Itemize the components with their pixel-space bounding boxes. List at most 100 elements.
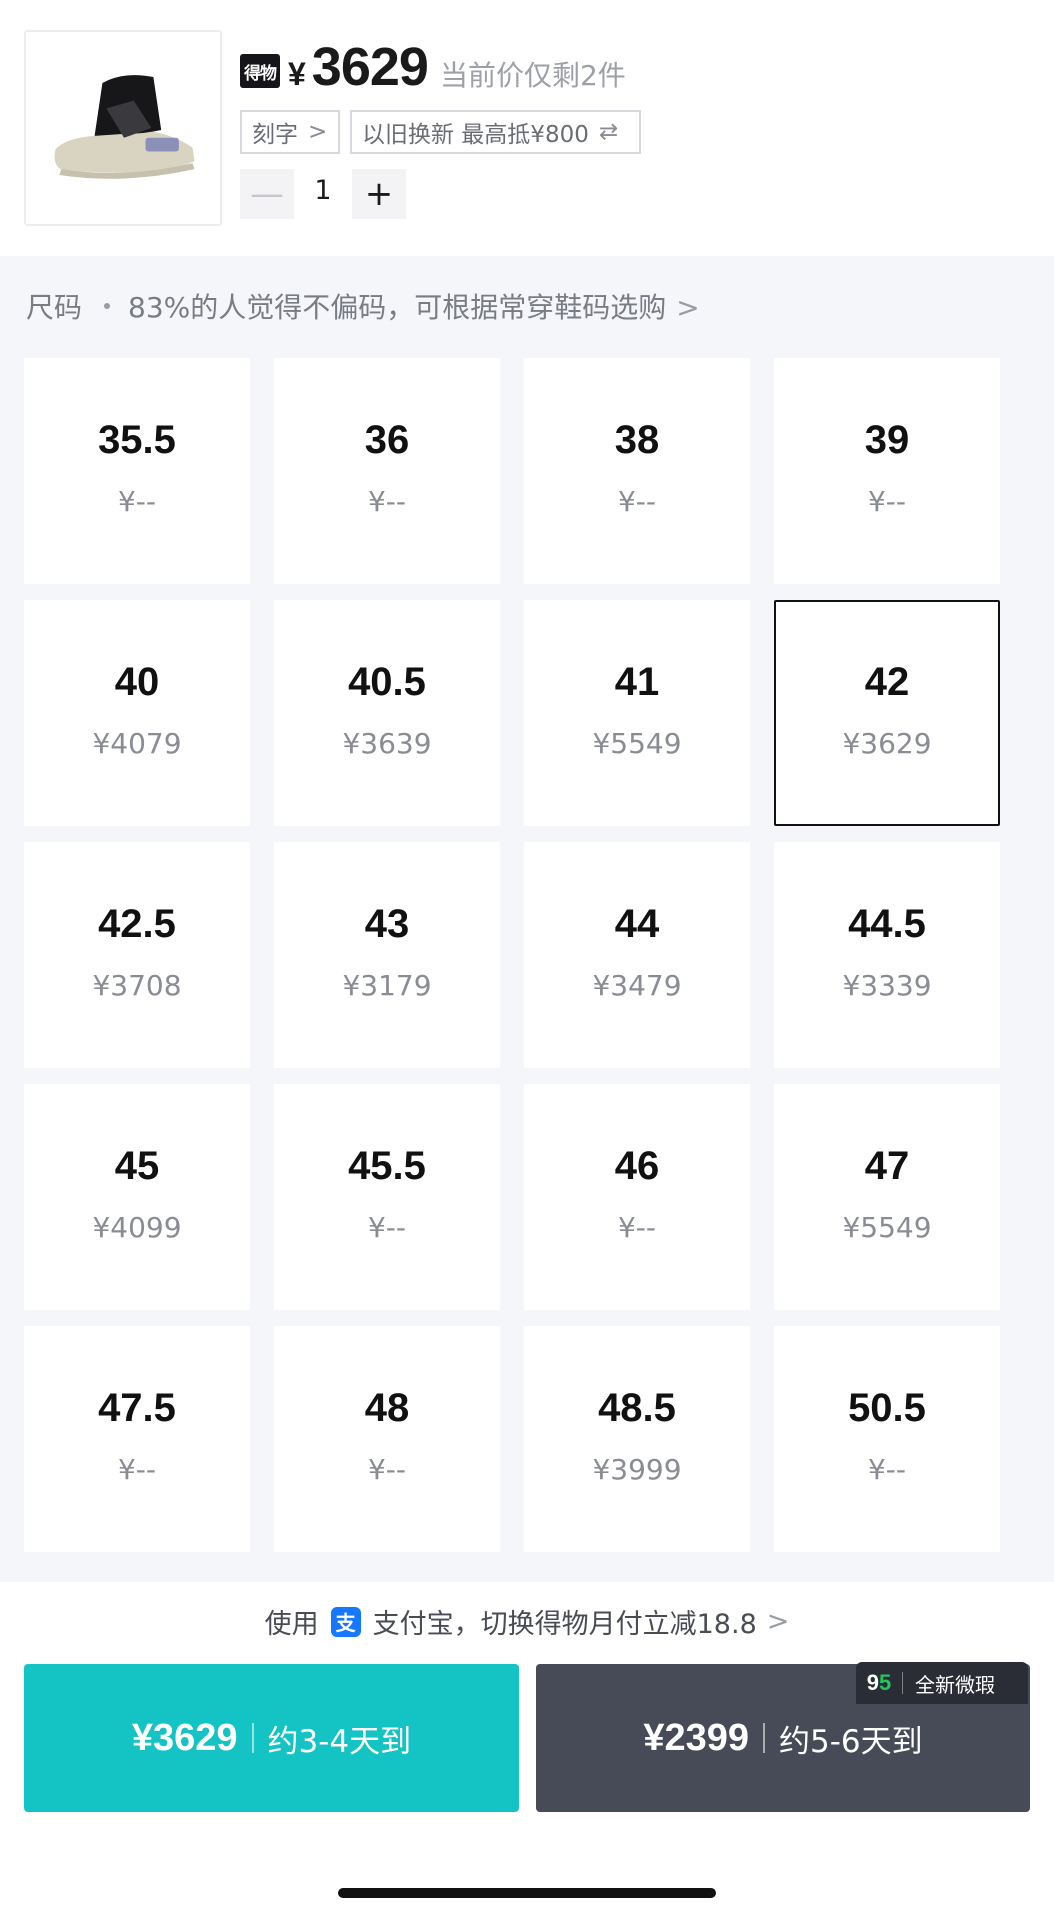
95-logo-icon: 95 — [856, 1670, 902, 1696]
size-price: ¥4079 — [92, 727, 182, 760]
size-label: 尺码 — [26, 291, 83, 324]
sneaker-icon — [26, 32, 220, 224]
size-price: ¥3179 — [342, 969, 432, 1002]
buy-used-price: ¥2399 — [643, 1716, 750, 1759]
buy-new-button[interactable]: ¥3629 约3-4天到 — [24, 1664, 519, 1812]
size-price: ¥5549 — [842, 1211, 932, 1244]
size-option-38[interactable]: 38 ¥-- — [524, 358, 750, 584]
divider — [763, 1723, 766, 1753]
buy-new-delivery: 约3-4天到 — [267, 1723, 412, 1760]
bottom-bar: 使用 支 支付宝，切换得物月付立减18.8 > ¥3629 约3-4天到 ¥23… — [0, 1582, 1054, 1920]
buy-new-price: ¥3629 — [131, 1716, 238, 1759]
size-value: 50.5 — [848, 1386, 926, 1430]
chevron-right-icon: > — [766, 1606, 790, 1637]
size-option-35.5[interactable]: 35.5 ¥-- — [24, 358, 250, 584]
product-thumbnail[interactable] — [24, 30, 222, 226]
size-price: ¥3479 — [592, 969, 682, 1002]
size-price: ¥-- — [367, 485, 407, 518]
alipay-icon: 支 — [330, 1606, 361, 1637]
current-price: 3629 — [311, 37, 429, 97]
brand-logo: 得物 — [240, 54, 280, 88]
price-row: ¥ 3629 当前价仅剩2件 — [288, 36, 626, 106]
size-value: 35.5 — [98, 418, 176, 462]
size-value: 41 — [614, 660, 660, 704]
size-value: 40 — [114, 660, 160, 704]
size-option-44.5[interactable]: 44.5 ¥3339 — [774, 842, 1000, 1068]
size-value: 47 — [864, 1144, 910, 1188]
size-value: 47.5 — [98, 1386, 176, 1430]
home-indicator[interactable] — [338, 1888, 716, 1898]
condition-badge: 95 全新微瑕 — [856, 1662, 1028, 1704]
engrave-tag[interactable]: 刻字 > — [240, 110, 340, 154]
payment-promo[interactable]: 使用 支 支付宝，切换得物月付立减18.8 > — [0, 1602, 1054, 1641]
size-price: ¥-- — [867, 1453, 907, 1486]
size-price: ¥-- — [867, 485, 907, 518]
condition-text: 全新微瑕 — [915, 1672, 995, 1697]
size-option-39[interactable]: 39 ¥-- — [774, 358, 1000, 584]
size-option-44[interactable]: 44 ¥3479 — [524, 842, 750, 1068]
size-value: 44 — [614, 902, 660, 946]
divider — [251, 1723, 254, 1753]
size-option-47[interactable]: 47 ¥5549 — [774, 1084, 1000, 1310]
size-value: 40.5 — [348, 660, 426, 704]
size-price: ¥3999 — [592, 1453, 682, 1486]
size-grid: 35.5 ¥-- 36 ¥-- 38 ¥-- 39 ¥-- 40 ¥4079 40.5 ¥3639 41… — [24, 358, 1002, 1574]
size-value: 44.5 — [848, 902, 926, 946]
size-value: 48.5 — [598, 1386, 676, 1430]
size-price: ¥4099 — [92, 1211, 182, 1244]
size-value: 48 — [364, 1386, 410, 1430]
size-price: ¥-- — [617, 1211, 657, 1244]
engrave-label: 刻字 — [252, 122, 298, 148]
stock-note: 当前价仅剩2件 — [439, 59, 626, 92]
size-value: 46 — [614, 1144, 660, 1188]
size-value: 38 — [614, 418, 660, 462]
size-option-46[interactable]: 46 ¥-- — [524, 1084, 750, 1310]
buy-used-delivery: 约5-6天到 — [779, 1723, 923, 1760]
size-option-50.5[interactable]: 50.5 ¥-- — [774, 1326, 1000, 1552]
currency-symbol: ¥ — [288, 56, 306, 92]
size-option-45[interactable]: 45 ¥4099 — [24, 1084, 250, 1310]
size-price: ¥3339 — [842, 969, 932, 1002]
size-price: ¥3708 — [92, 969, 182, 1002]
size-option-42.5[interactable]: 42.5 ¥3708 — [24, 842, 250, 1068]
chevron-right-icon: > — [308, 119, 328, 145]
size-option-47.5[interactable]: 47.5 ¥-- — [24, 1326, 250, 1552]
trade-in-tag[interactable]: 以旧换新 最高抵¥800 ⇄ — [350, 110, 641, 154]
product-header: 得物 ¥ 3629 当前价仅剩2件 刻字 > 以旧换新 最高抵¥800 ⇄ — … — [0, 0, 1054, 256]
size-value: 43 — [364, 902, 410, 946]
divider — [902, 1672, 903, 1694]
size-option-40.5[interactable]: 40.5 ¥3639 — [274, 600, 500, 826]
size-value: 45.5 — [348, 1144, 426, 1188]
quantity-increase-button[interactable]: + — [352, 169, 406, 219]
size-option-48.5[interactable]: 48.5 ¥3999 — [524, 1326, 750, 1552]
size-hint-text: 83%的人觉得不偏码，可根据常穿鞋码选购 — [128, 291, 667, 324]
size-option-48[interactable]: 48 ¥-- — [274, 1326, 500, 1552]
size-value: 39 — [864, 418, 910, 462]
size-option-45.5[interactable]: 45.5 ¥-- — [274, 1084, 500, 1310]
size-value: 42 — [864, 660, 910, 704]
size-option-36[interactable]: 36 ¥-- — [274, 358, 500, 584]
size-option-42[interactable]: 42 ¥3629 — [774, 600, 1000, 826]
size-price: ¥-- — [367, 1453, 407, 1486]
quantity-value: 1 — [314, 175, 332, 206]
size-hint[interactable]: 尺码 83%的人觉得不偏码，可根据常穿鞋码选购 > — [26, 286, 700, 326]
size-option-40[interactable]: 40 ¥4079 — [24, 600, 250, 826]
size-price: ¥5549 — [592, 727, 682, 760]
size-value: 36 — [364, 418, 410, 462]
size-price: ¥3639 — [342, 727, 432, 760]
size-value: 42.5 — [98, 902, 176, 946]
size-option-43[interactable]: 43 ¥3179 — [274, 842, 500, 1068]
size-price: ¥3629 — [842, 727, 932, 760]
badge-logo-digit: 9 — [866, 1670, 879, 1695]
size-price: ¥-- — [367, 1211, 407, 1244]
size-option-41[interactable]: 41 ¥5549 — [524, 600, 750, 826]
trade-in-label: 以旧换新 最高抵¥800 — [362, 122, 589, 148]
size-price: ¥-- — [617, 485, 657, 518]
quantity-decrease-button[interactable]: — — [240, 169, 294, 219]
badge-logo-digit: 5 — [879, 1670, 892, 1695]
dot-separator — [104, 303, 111, 309]
size-price: ¥-- — [117, 1453, 157, 1486]
size-price: ¥-- — [117, 485, 157, 518]
payment-text: 支付宝，切换得物月付立减18.8 — [372, 1609, 757, 1640]
swap-icon: ⇄ — [598, 119, 619, 145]
